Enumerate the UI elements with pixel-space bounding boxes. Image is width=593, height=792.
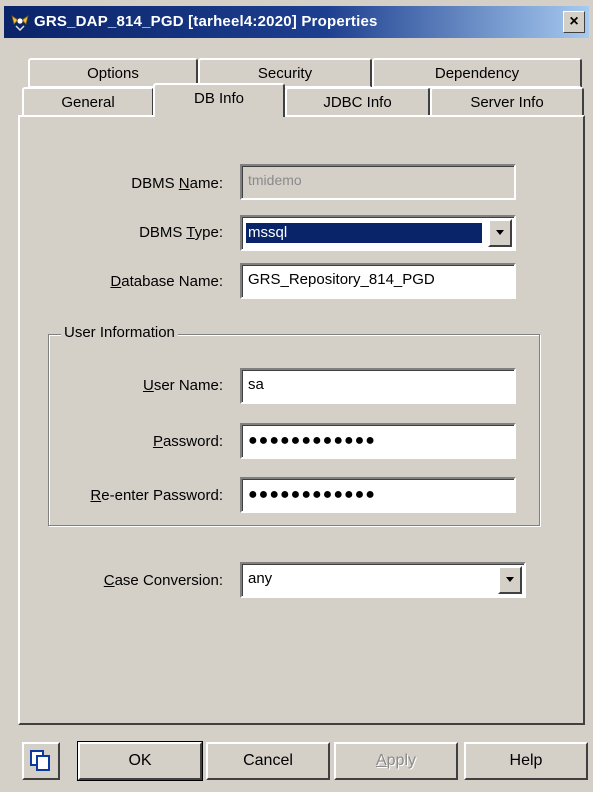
dbms-name-field: tmidemo bbox=[240, 164, 516, 200]
tab-label: DB Info bbox=[193, 90, 245, 107]
tab-jdbc-info[interactable]: JDBC Info bbox=[285, 87, 430, 117]
apply-label: pply bbox=[386, 752, 417, 769]
tab-label: Options bbox=[87, 65, 139, 82]
tab-label: General bbox=[61, 94, 115, 111]
apply-button[interactable]: Apply bbox=[334, 742, 458, 780]
window-title: GRS_DAP_814_PGD [tarheel4:2020] Properti… bbox=[34, 13, 378, 30]
dbms-name-label: DBMS Name: bbox=[131, 175, 223, 192]
database-name-value: GRS_Repository_814_PGD bbox=[248, 271, 435, 288]
dbms-type-value: mssql bbox=[246, 223, 482, 243]
db-info-panel: DBMS Name: tmidemo DBMS Type: mssql Data… bbox=[18, 115, 585, 725]
user-name-label: User Name: bbox=[142, 377, 223, 394]
tab-label: JDBC Info bbox=[323, 94, 392, 111]
properties-icon bbox=[10, 13, 30, 32]
database-name-label: Database Name: bbox=[110, 273, 223, 290]
help-button[interactable]: Help bbox=[464, 742, 588, 780]
tab-label: Dependency bbox=[434, 65, 520, 82]
dbms-type-label: DBMS Type: bbox=[139, 224, 223, 241]
reenter-password-value: ●●●●●●●●●●●● bbox=[248, 486, 376, 503]
ok-label: OK bbox=[128, 752, 152, 769]
tab-label: Server Info bbox=[470, 94, 544, 111]
password-value: ●●●●●●●●●●●● bbox=[248, 432, 376, 449]
tab-general[interactable]: General bbox=[22, 87, 154, 117]
close-button[interactable]: × bbox=[563, 11, 585, 33]
tab-dependency[interactable]: Dependency bbox=[372, 58, 582, 88]
dbms-type-select[interactable]: mssql bbox=[240, 215, 516, 251]
case-conversion-select[interactable]: any bbox=[240, 562, 526, 598]
chevron-down-icon bbox=[496, 230, 504, 235]
title-bar[interactable]: GRS_DAP_814_PGD [tarheel4:2020] Properti… bbox=[4, 6, 589, 38]
cancel-label: Cancel bbox=[243, 752, 293, 769]
reenter-password-field[interactable]: ●●●●●●●●●●●● bbox=[240, 477, 516, 513]
properties-dialog: GRS_DAP_814_PGD [tarheel4:2020] Properti… bbox=[0, 0, 593, 792]
case-conversion-value: any bbox=[248, 570, 273, 587]
password-field[interactable]: ●●●●●●●●●●●● bbox=[240, 423, 516, 459]
dbms-type-dropdown-button[interactable] bbox=[488, 219, 512, 247]
copy-icon bbox=[30, 750, 50, 771]
password-label: Password: bbox=[152, 433, 223, 450]
help-label: Help bbox=[509, 752, 543, 769]
case-conversion-dropdown-button[interactable] bbox=[498, 566, 522, 594]
close-icon: × bbox=[569, 13, 579, 30]
case-conversion-label: Case Conversion: bbox=[103, 572, 223, 589]
tab-db-info[interactable]: DB Info bbox=[153, 83, 285, 117]
dbms-name-value: tmidemo bbox=[248, 172, 302, 188]
ok-button[interactable]: OK bbox=[77, 741, 203, 781]
tab-server-info[interactable]: Server Info bbox=[430, 87, 584, 117]
group-title: User Information bbox=[61, 324, 178, 341]
copy-button[interactable] bbox=[22, 742, 60, 780]
user-name-value: sa bbox=[248, 376, 264, 393]
tab-label: Security bbox=[257, 65, 313, 82]
cancel-button[interactable]: Cancel bbox=[206, 742, 330, 780]
reenter-password-label: Re-enter Password: bbox=[90, 487, 223, 504]
database-name-field[interactable]: GRS_Repository_814_PGD bbox=[240, 263, 516, 299]
chevron-down-icon bbox=[506, 577, 514, 582]
user-name-field[interactable]: sa bbox=[240, 368, 516, 404]
apply-mnemonic: A bbox=[375, 752, 387, 769]
